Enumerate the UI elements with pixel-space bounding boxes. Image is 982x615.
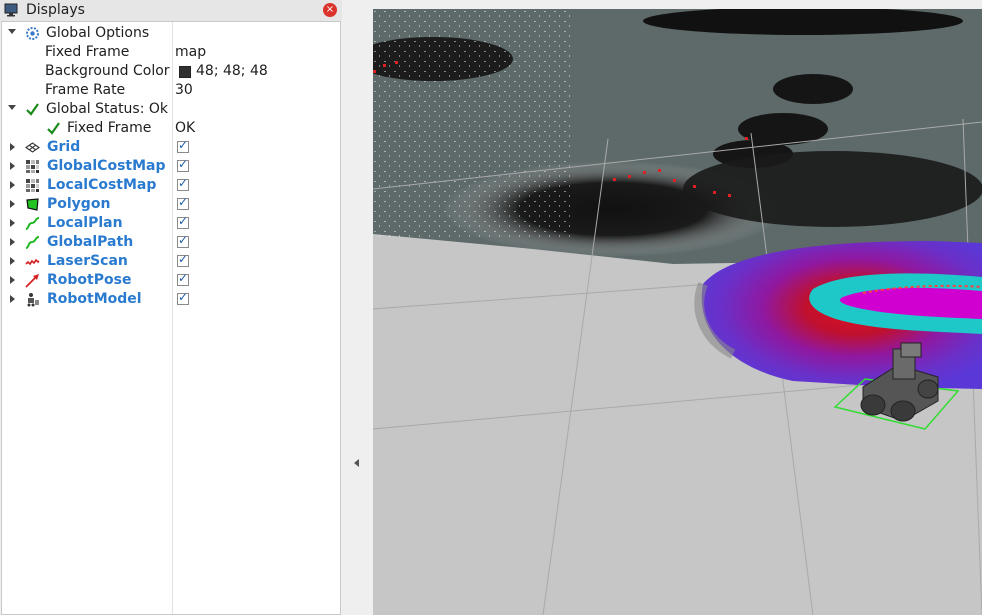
gear-icon bbox=[26, 27, 39, 40]
map-icon bbox=[26, 179, 39, 192]
displays-tree[interactable]: Global Options Fixed Frame map Backgroun… bbox=[1, 21, 341, 615]
wall-noise bbox=[373, 9, 573, 239]
checkmark-icon bbox=[26, 103, 39, 116]
display-row-globalpath[interactable]: GlobalPath bbox=[2, 233, 340, 252]
close-panel-button[interactable]: × bbox=[323, 3, 337, 17]
panel-titlebar: Displays × bbox=[0, 0, 342, 21]
global-status-label: Global Status: Ok bbox=[46, 101, 169, 117]
obstacle-region bbox=[773, 74, 853, 104]
expand-arrow-icon[interactable] bbox=[10, 238, 15, 246]
global-options-label: Global Options bbox=[46, 25, 150, 41]
grid-icon bbox=[25, 142, 40, 153]
expand-arrow-icon[interactable] bbox=[10, 200, 15, 208]
3d-viewport[interactable] bbox=[373, 9, 982, 615]
display-row-polygon[interactable]: Polygon bbox=[2, 195, 340, 214]
polygon-icon bbox=[26, 198, 39, 211]
collapse-left-arrow-icon[interactable] bbox=[354, 459, 359, 467]
monitor-icon bbox=[4, 3, 18, 17]
background-color-label: Background Color bbox=[45, 63, 170, 79]
enabled-checkbox[interactable] bbox=[177, 195, 189, 210]
display-row-laserscan[interactable]: LaserScan bbox=[2, 252, 340, 271]
expand-arrow-icon[interactable] bbox=[10, 257, 15, 265]
expand-arrow-icon[interactable] bbox=[10, 295, 15, 303]
tree-row-fixed-frame[interactable]: Fixed Frame map bbox=[2, 43, 340, 62]
display-label: RobotPose bbox=[47, 272, 132, 288]
expand-arrow-icon[interactable] bbox=[10, 143, 15, 151]
tree-row-background-color[interactable]: Background Color 48; 48; 48 bbox=[2, 62, 340, 81]
laserscan-icon bbox=[25, 258, 40, 266]
fixed-frame-label: Fixed Frame bbox=[45, 44, 130, 60]
display-label: Grid bbox=[47, 139, 81, 155]
expand-arrow-icon[interactable] bbox=[10, 181, 15, 189]
display-label: Polygon bbox=[47, 196, 111, 212]
path-icon bbox=[25, 217, 40, 230]
display-label: LocalPlan bbox=[47, 215, 123, 231]
display-row-grid[interactable]: Grid bbox=[2, 138, 340, 157]
enabled-checkbox[interactable] bbox=[177, 271, 189, 286]
displays-panel: Displays × Global Options Fixed Frame ma… bbox=[0, 0, 342, 615]
enabled-checkbox[interactable] bbox=[177, 176, 189, 191]
checkmark-icon bbox=[47, 122, 60, 135]
status-fixed-frame-label: Fixed Frame bbox=[67, 120, 152, 136]
frame-rate-label: Frame Rate bbox=[45, 82, 126, 98]
display-label: LocalCostMap bbox=[47, 177, 157, 193]
robot-model-icon bbox=[27, 293, 39, 307]
status-fixed-frame-value: OK bbox=[175, 120, 196, 136]
obstacle-region bbox=[683, 151, 982, 227]
fixed-frame-value[interactable]: map bbox=[175, 44, 206, 60]
expand-arrow-icon[interactable] bbox=[10, 219, 15, 227]
display-label: GlobalPath bbox=[47, 234, 134, 250]
tree-row-global-status[interactable]: Global Status: Ok bbox=[2, 100, 340, 119]
pose-arrow-icon bbox=[25, 274, 39, 288]
expand-arrow-icon[interactable] bbox=[10, 276, 15, 284]
display-row-localplan[interactable]: LocalPlan bbox=[2, 214, 340, 233]
display-row-globalcostmap[interactable]: GlobalCostMap bbox=[2, 157, 340, 176]
display-label: GlobalCostMap bbox=[47, 158, 166, 174]
display-row-localcostmap[interactable]: LocalCostMap bbox=[2, 176, 340, 195]
tree-row-status-fixed-frame[interactable]: Fixed Frame OK bbox=[2, 119, 340, 138]
frame-rate-value[interactable]: 30 bbox=[175, 82, 193, 98]
enabled-checkbox[interactable] bbox=[177, 214, 189, 229]
3d-scene[interactable] bbox=[373, 9, 982, 615]
map-icon bbox=[26, 160, 39, 173]
background-color-value[interactable]: 48; 48; 48 bbox=[196, 63, 268, 79]
display-label: RobotModel bbox=[47, 291, 142, 307]
panel-splitter[interactable] bbox=[342, 0, 373, 615]
display-label: LaserScan bbox=[47, 253, 128, 269]
collapse-arrow-icon[interactable] bbox=[8, 29, 16, 34]
display-row-robotmodel[interactable]: RobotModel bbox=[2, 290, 340, 309]
enabled-checkbox[interactable] bbox=[177, 233, 189, 248]
expand-arrow-icon[interactable] bbox=[10, 162, 15, 170]
collapse-arrow-icon[interactable] bbox=[8, 105, 16, 110]
color-swatch[interactable] bbox=[179, 66, 191, 78]
enabled-checkbox[interactable] bbox=[177, 290, 189, 305]
enabled-checkbox[interactable] bbox=[177, 252, 189, 267]
panel-title: Displays bbox=[26, 2, 85, 18]
path-icon bbox=[25, 236, 40, 249]
enabled-checkbox[interactable] bbox=[177, 157, 189, 172]
enabled-checkbox[interactable] bbox=[177, 138, 189, 153]
tree-row-frame-rate[interactable]: Frame Rate 30 bbox=[2, 81, 340, 100]
tree-row-global-options[interactable]: Global Options bbox=[2, 24, 340, 43]
display-row-robotpose[interactable]: RobotPose bbox=[2, 271, 340, 290]
